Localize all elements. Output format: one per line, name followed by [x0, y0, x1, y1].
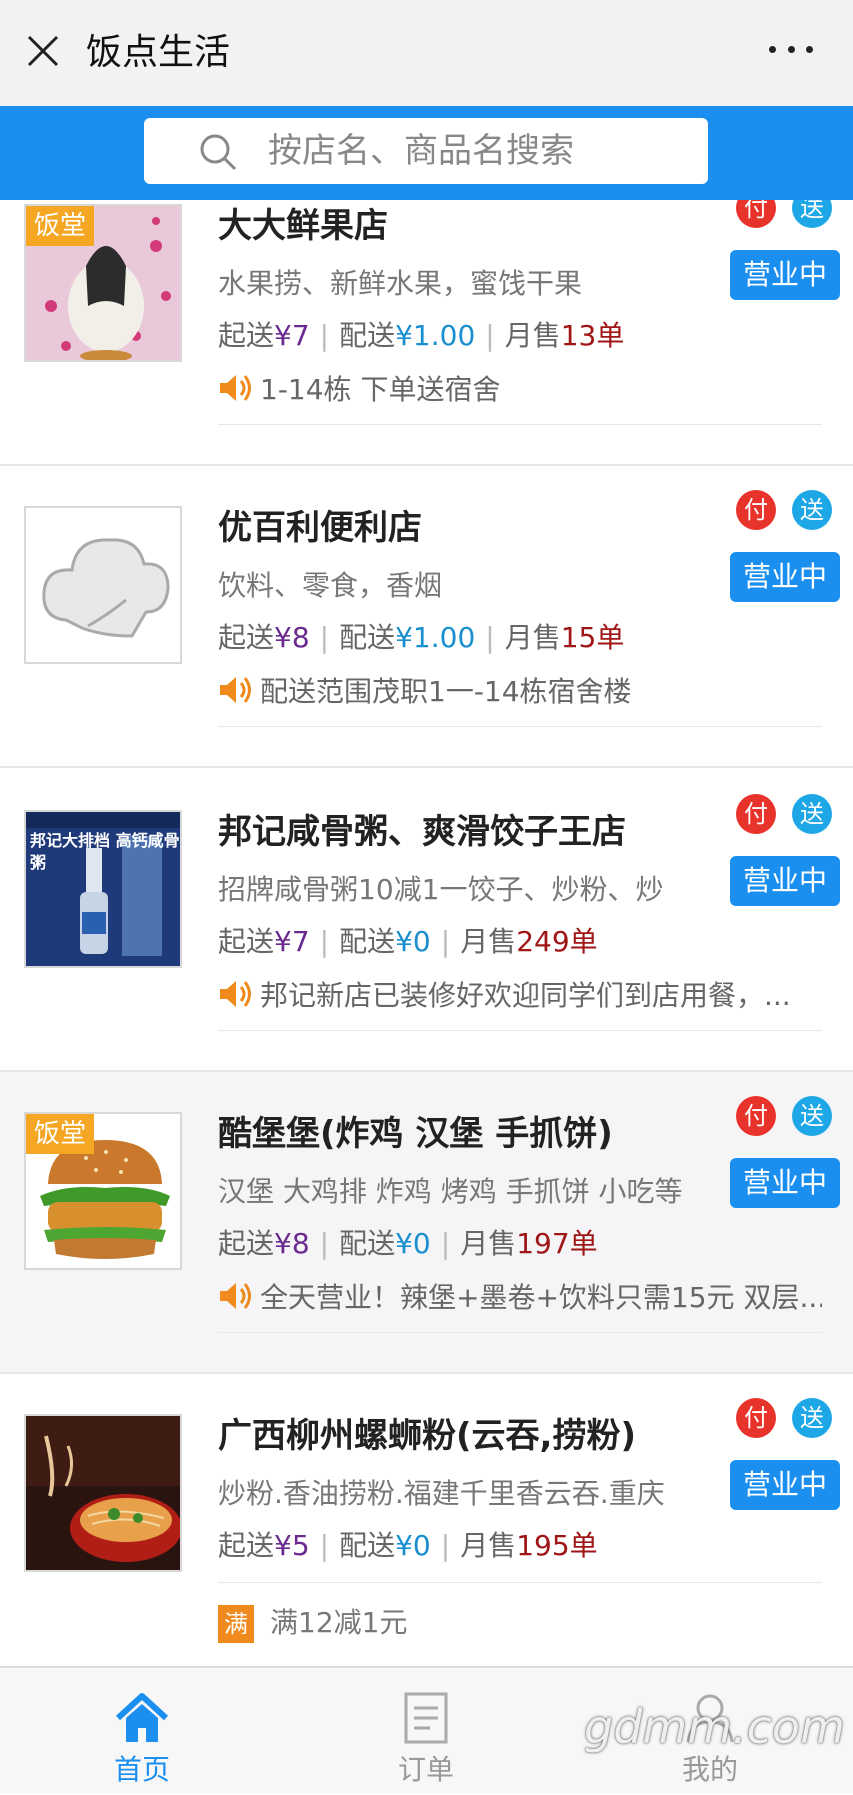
shop-stats: 起送¥8 | 配送¥0 | 月售197单: [218, 1227, 598, 1260]
shop-notice: 全天营业！辣堡+墨卷+饮料只需15元 双层...: [218, 1278, 822, 1333]
search-bar: 按店名、商品名搜索: [0, 106, 853, 200]
order-icon: [404, 1692, 448, 1744]
min-order: ¥8: [274, 1227, 310, 1260]
search-icon: [200, 134, 237, 171]
delivery-fee: ¥1.00: [395, 621, 476, 654]
pay-badge: 付: [736, 1398, 776, 1438]
speaker-icon: [220, 375, 251, 401]
shop-card[interactable]: 广西柳州螺蛳粉(云吞,捞粉) 炒粉.香油捞粉.福建千里香云吞.重庆 起送¥5 | 配…: [0, 1374, 853, 1666]
shop-stats: 起送¥7 | 配送¥0 | 月售249单: [218, 925, 598, 958]
shop-name: 优百利便利店: [218, 508, 422, 548]
chef-hat-icon: [42, 538, 170, 638]
min-order: ¥5: [274, 1529, 310, 1562]
shop-notice: 1-14栋 下单送宿舍: [218, 370, 822, 425]
monthly-sales: 15单: [560, 621, 625, 654]
watermark-text: gdmm.com: [584, 1700, 845, 1754]
shop-card[interactable]: 饭堂 大大鲜果店 水果捞、新鲜水果，蜜饯干果 起送¥7 | 配送¥1.00 | 月售13…: [0, 200, 853, 466]
delivery-badge: 送: [792, 490, 832, 530]
page-title: 饭点生活: [86, 32, 231, 73]
tab-home[interactable]: 首页: [0, 1668, 284, 1795]
speaker-icon: [220, 1283, 251, 1309]
delivery-badge: 送: [792, 1096, 832, 1136]
shop-image: [24, 1414, 182, 1572]
shop-stats: 起送¥5 | 配送¥0 | 月售195单: [218, 1526, 822, 1583]
poster-text: 邦记大排档 高钙咸骨粥: [30, 831, 180, 872]
more-options-icon[interactable]: [769, 36, 813, 62]
shop-description: 汉堡 大鸡排 炸鸡 烤鸡 手抓饼 小吃等: [218, 1175, 683, 1208]
shop-image: 邦记大排档 高钙咸骨粥: [24, 810, 182, 968]
monthly-sales: 249单: [516, 925, 598, 958]
shop-card[interactable]: 饭堂 酷堡堡(炸鸡 汉堡 手抓饼) 汉堡 大鸡排 炸鸡 烤鸡 手抓饼 小吃等 起…: [0, 1072, 853, 1374]
open-status-button[interactable]: 营业中: [730, 1460, 840, 1510]
shop-name: 酷堡堡(炸鸡 汉堡 手抓饼): [218, 1114, 613, 1154]
shop-card[interactable]: 邦记大排档 高钙咸骨粥 邦记咸骨粥、爽滑饺子王店 招牌咸骨粥10减1一饺子、炒粉…: [0, 770, 853, 1072]
shop-image: 饭堂: [24, 204, 182, 362]
tab-label: 我的: [681, 1753, 738, 1786]
open-status-button[interactable]: 营业中: [730, 856, 840, 906]
shop-name: 邦记咸骨粥、爽滑饺子王店: [218, 812, 626, 852]
open-status-button[interactable]: 营业中: [730, 1158, 840, 1208]
tab-orders[interactable]: 订单: [284, 1668, 568, 1795]
shop-stats: 起送¥8 | 配送¥1.00 | 月售15单: [218, 621, 625, 654]
home-icon: [115, 1693, 169, 1742]
shop-list: 饭堂 大大鲜果店 水果捞、新鲜水果，蜜饯干果 起送¥7 | 配送¥1.00 | 月售13…: [0, 200, 853, 1666]
shop-stats: 起送¥7 | 配送¥1.00 | 月售13单: [218, 319, 625, 352]
search-input[interactable]: 按店名、商品名搜索: [144, 118, 708, 184]
shop-name: 大大鲜果店: [218, 206, 388, 246]
monthly-sales: 197单: [516, 1227, 598, 1260]
monthly-sales: 195单: [516, 1529, 598, 1562]
tab-label: 首页: [113, 1753, 170, 1786]
search-placeholder: 按店名、商品名搜索: [268, 131, 574, 171]
pay-badge: 付: [736, 794, 776, 834]
shop-notice: 邦记新店已装修好欢迎同学们到店用餐，...: [218, 976, 822, 1031]
pay-badge: 付: [736, 200, 776, 228]
min-order: ¥7: [274, 319, 310, 352]
canteen-tag: 饭堂: [26, 1114, 95, 1154]
discount-badge: 满: [218, 1605, 254, 1643]
delivery-fee: ¥1.00: [395, 319, 476, 352]
shop-image: 饭堂: [24, 1112, 182, 1270]
delivery-badge: 送: [792, 200, 832, 228]
shop-name: 广西柳州螺蛳粉(云吞,捞粉): [218, 1416, 636, 1456]
shop-description: 招牌咸骨粥10减1一饺子、炒粉、炒: [218, 873, 664, 906]
delivery-fee: ¥0: [395, 1529, 431, 1562]
noodle-bowl-image: [26, 1416, 180, 1570]
delivery-fee: ¥0: [395, 925, 431, 958]
shop-image: [24, 506, 182, 664]
delivery-fee: ¥0: [395, 1227, 431, 1260]
shop-card[interactable]: 优百利便利店 饮料、零食，香烟 起送¥8 | 配送¥1.00 | 月售15单 配送范围茂…: [0, 466, 853, 768]
shop-description: 饮料、零食，香烟: [218, 569, 443, 602]
pay-badge: 付: [736, 490, 776, 530]
canteen-tag: 饭堂: [26, 206, 95, 246]
title-bar: 饭点生活: [0, 0, 853, 106]
open-status-button[interactable]: 营业中: [730, 250, 840, 300]
delivery-badge: 送: [792, 794, 832, 834]
tab-label: 订单: [397, 1753, 454, 1786]
delivery-badge: 送: [792, 1398, 832, 1438]
min-order: ¥8: [274, 621, 310, 654]
pay-badge: 付: [736, 1096, 776, 1136]
speaker-icon: [220, 677, 251, 703]
promo-discount: 满满12减1元: [218, 1604, 407, 1643]
shop-description: 水果捞、新鲜水果，蜜饯干果: [218, 267, 583, 300]
speaker-icon: [220, 981, 251, 1007]
shop-description: 炒粉.香油捞粉.福建千里香云吞.重庆: [218, 1477, 665, 1510]
shop-notice: 配送范围茂职1一-14栋宿舍楼: [218, 672, 822, 727]
close-icon[interactable]: [26, 34, 60, 68]
open-status-button[interactable]: 营业中: [730, 552, 840, 602]
min-order: ¥7: [274, 925, 310, 958]
monthly-sales: 13单: [560, 319, 625, 352]
